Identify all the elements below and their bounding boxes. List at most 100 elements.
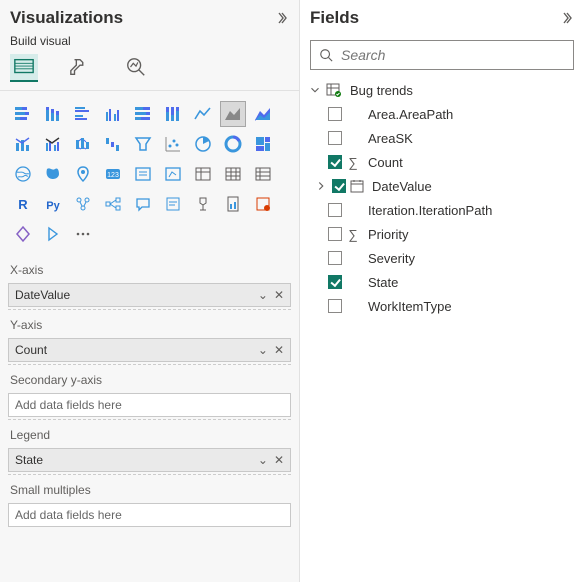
viz-get-more-icon[interactable] [40, 221, 66, 247]
viz-area-chart-icon[interactable] [220, 101, 246, 127]
viz-line-clustered-column-icon[interactable] [40, 131, 66, 157]
field-datevalue[interactable]: DateValue [306, 174, 578, 198]
viz-stacked-area-icon[interactable] [250, 101, 276, 127]
svg-text:Py: Py [46, 200, 60, 212]
viz-goals-icon[interactable] [190, 191, 216, 217]
checkbox-checked[interactable] [332, 179, 346, 193]
viz-smart-narrative-icon[interactable] [160, 191, 186, 217]
search-icon [319, 48, 333, 62]
viz-filled-map-icon[interactable] [40, 161, 66, 187]
viz-python-icon[interactable]: Py [40, 191, 66, 217]
chevron-down-icon[interactable]: ⌄ [258, 288, 268, 302]
field-count[interactable]: ∑ Count [306, 150, 578, 174]
viz-stacked-column-icon[interactable] [40, 101, 66, 127]
viz-clustered-bar-icon[interactable] [70, 101, 96, 127]
small-multiples-placeholder: Add data fields here [15, 508, 122, 522]
field-severity[interactable]: Severity [306, 246, 578, 270]
checkbox[interactable] [328, 107, 342, 121]
viz-tabs [0, 52, 299, 90]
checkbox[interactable] [328, 203, 342, 217]
remove-field-icon[interactable]: ✕ [274, 343, 284, 357]
checkbox[interactable] [328, 251, 342, 265]
table-bug-trends[interactable]: Bug trends [306, 78, 578, 102]
tab-build-visual[interactable] [10, 54, 38, 82]
y-axis-label: Y-axis [8, 309, 291, 336]
viz-type-gallery: 123 R Py [0, 97, 299, 255]
viz-matrix-icon[interactable] [250, 161, 276, 187]
viz-shape-map-icon[interactable] [70, 161, 96, 187]
viz-power-apps-icon[interactable] [250, 191, 276, 217]
fields-pane: Fields Bug trends Area.AreaPath AreaSK ∑ [300, 0, 584, 582]
viz-pie-icon[interactable] [190, 131, 216, 157]
tab-format-visual[interactable] [66, 54, 94, 82]
sigma-icon: ∑ [346, 155, 360, 169]
checkbox[interactable] [328, 131, 342, 145]
field-iteration-iterationpath[interactable]: Iteration.IterationPath [306, 198, 578, 222]
viz-r-script-icon[interactable]: R [10, 191, 36, 217]
field-label: WorkItemType [364, 299, 452, 314]
viz-line-chart-icon[interactable] [190, 101, 216, 127]
y-axis-field[interactable]: Count ⌄ ✕ [8, 338, 291, 362]
tab-analytics[interactable] [122, 54, 150, 82]
x-axis-field-value: DateValue [15, 288, 70, 302]
fields-tree: Bug trends Area.AreaPath AreaSK ∑ Count … [300, 78, 584, 318]
field-workitemtype[interactable]: WorkItemType [306, 294, 578, 318]
visualizations-title: Visualizations [10, 8, 123, 28]
checkbox[interactable] [328, 299, 342, 313]
remove-field-icon[interactable]: ✕ [274, 288, 284, 302]
viz-qa-icon[interactable] [130, 191, 156, 217]
checkbox[interactable] [328, 227, 342, 241]
viz-stacked-bar-icon[interactable] [10, 101, 36, 127]
collapse-pane-icon[interactable] [558, 10, 574, 26]
viz-clustered-column-icon[interactable] [100, 101, 126, 127]
field-label: Iteration.IterationPath [364, 203, 492, 218]
field-area-areapath[interactable]: Area.AreaPath [306, 102, 578, 126]
viz-key-influencers-icon[interactable] [70, 191, 96, 217]
viz-100-stacked-bar-icon[interactable] [130, 101, 156, 127]
viz-donut-icon[interactable] [220, 131, 246, 157]
viz-scatter-icon[interactable] [160, 131, 186, 157]
search-input[interactable] [339, 46, 565, 64]
secondary-y-axis-dropzone[interactable]: Add data fields here [8, 393, 291, 417]
caret-down-icon [308, 83, 322, 97]
collapse-pane-icon[interactable] [273, 10, 289, 26]
field-priority[interactable]: ∑ Priority [306, 222, 578, 246]
chevron-down-icon[interactable]: ⌄ [258, 453, 268, 467]
viz-funnel-icon[interactable] [130, 131, 156, 157]
viz-multi-row-card-icon[interactable] [160, 161, 186, 187]
legend-field-value: State [15, 453, 43, 467]
viz-paginated-report-icon[interactable] [220, 191, 246, 217]
y-axis-field-value: Count [15, 343, 47, 357]
viz-decomposition-tree-icon[interactable] [100, 191, 126, 217]
field-label: Area.AreaPath [364, 107, 453, 122]
field-label: Count [364, 155, 403, 170]
svg-text:123: 123 [107, 172, 119, 179]
viz-more-options-icon[interactable] [70, 221, 96, 247]
viz-ribbon-icon[interactable] [70, 131, 96, 157]
viz-gauge-icon[interactable]: 123 [100, 161, 126, 187]
checkbox-checked[interactable] [328, 155, 342, 169]
viz-power-automate-icon[interactable] [10, 221, 36, 247]
viz-100-stacked-column-icon[interactable] [160, 101, 186, 127]
search-input-wrapper[interactable] [310, 40, 574, 70]
field-label: Severity [364, 251, 415, 266]
viz-card-icon[interactable] [130, 161, 156, 187]
viz-map-icon[interactable] [10, 161, 36, 187]
viz-waterfall-icon[interactable] [100, 131, 126, 157]
viz-kpi-icon[interactable] [190, 161, 216, 187]
checkbox-checked[interactable] [328, 275, 342, 289]
build-visual-label: Build visual [0, 34, 299, 52]
viz-line-stacked-column-icon[interactable] [10, 131, 36, 157]
legend-field[interactable]: State ⌄ ✕ [8, 448, 291, 472]
svg-text:R: R [18, 197, 28, 212]
x-axis-field[interactable]: DateValue ⌄ ✕ [8, 283, 291, 307]
small-multiples-dropzone[interactable]: Add data fields here [8, 503, 291, 527]
visualizations-pane: Visualizations Build visual [0, 0, 300, 582]
chevron-down-icon[interactable]: ⌄ [258, 343, 268, 357]
viz-treemap-icon[interactable] [250, 131, 276, 157]
caret-right-icon[interactable] [314, 179, 328, 193]
field-areask[interactable]: AreaSK [306, 126, 578, 150]
remove-field-icon[interactable]: ✕ [274, 453, 284, 467]
viz-table-icon[interactable] [220, 161, 246, 187]
field-state[interactable]: State [306, 270, 578, 294]
